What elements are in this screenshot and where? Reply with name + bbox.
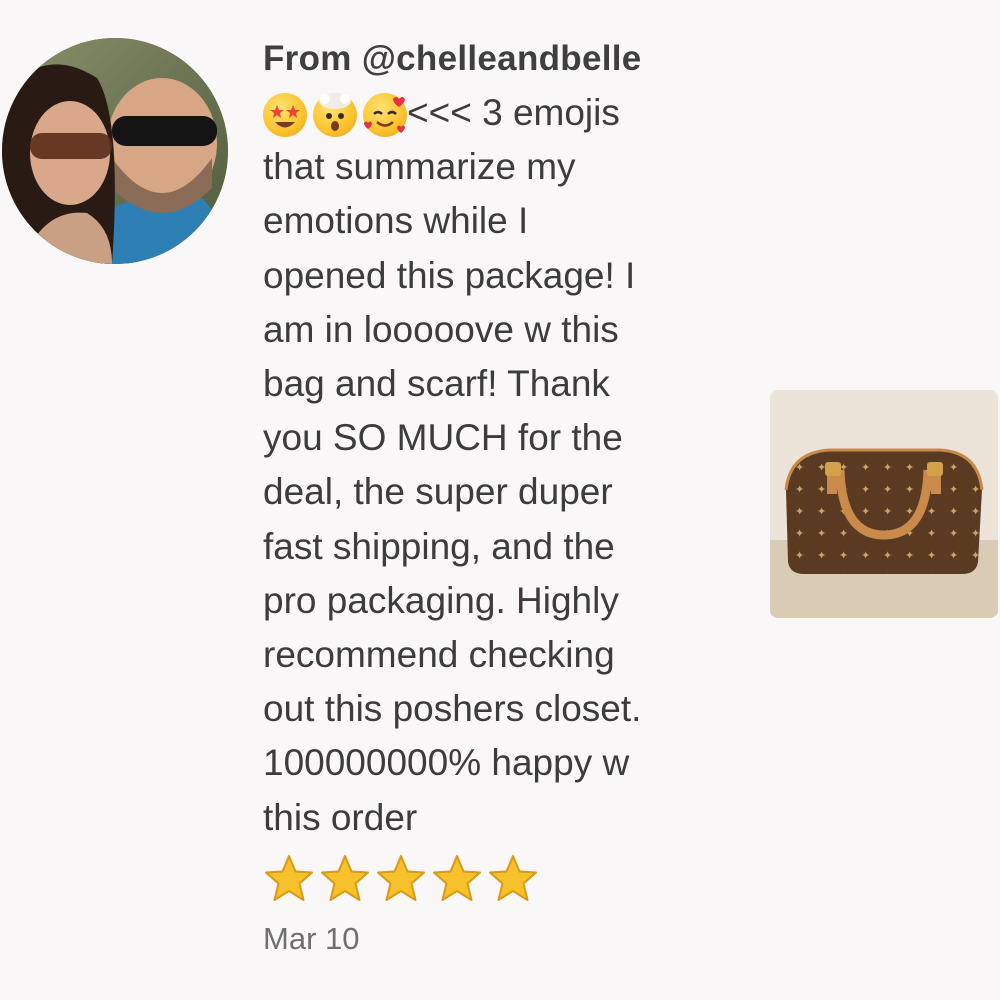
message-line: 100000000% happy w	[263, 742, 630, 784]
review-content: From @chelleandbelle <<< 3 emojis that s…	[263, 34, 733, 959]
reviewer-handle[interactable]: From @chelleandbelle	[263, 34, 733, 84]
star-struck-emoji	[263, 93, 307, 138]
star-icon	[487, 853, 539, 905]
emoji-group	[263, 93, 407, 138]
star-icon	[319, 853, 371, 905]
star-icon	[431, 853, 483, 905]
message-line: recommend checking	[263, 634, 615, 676]
exploding-head-emoji	[313, 93, 357, 138]
message-line: that summarize my	[263, 146, 576, 188]
star-icon	[263, 853, 315, 905]
smiling-face-with-hearts-emoji	[363, 93, 407, 138]
message-line: am in looooove w this	[263, 308, 619, 350]
review-card: From @chelleandbelle <<< 3 emojis that s…	[0, 0, 1000, 1000]
message-first-line: <<< 3 emojis	[263, 86, 733, 140]
star-rating	[263, 851, 733, 907]
message-line: out this poshers closet.	[263, 688, 642, 730]
message-line: pro packaging. Highly	[263, 579, 619, 621]
star-icon	[375, 853, 427, 905]
message-line: opened this package! I	[263, 254, 636, 296]
message-line: fast shipping, and the	[263, 525, 615, 567]
message-line: you SO MUCH for the	[263, 417, 623, 459]
message-line: deal, the super duper	[263, 471, 613, 513]
message-line: bag and scarf! Thank	[263, 363, 610, 405]
review-date: Mar 10	[263, 920, 360, 956]
review-message: <<< 3 emojis that summarize my emotions …	[263, 86, 733, 845]
message-line: this order	[263, 796, 418, 838]
reviewer-avatar[interactable]	[2, 38, 228, 264]
message-line: <<< 3 emojis	[407, 92, 620, 133]
message-line: emotions while I	[263, 200, 529, 242]
product-thumbnail[interactable]: ✦	[770, 390, 998, 618]
